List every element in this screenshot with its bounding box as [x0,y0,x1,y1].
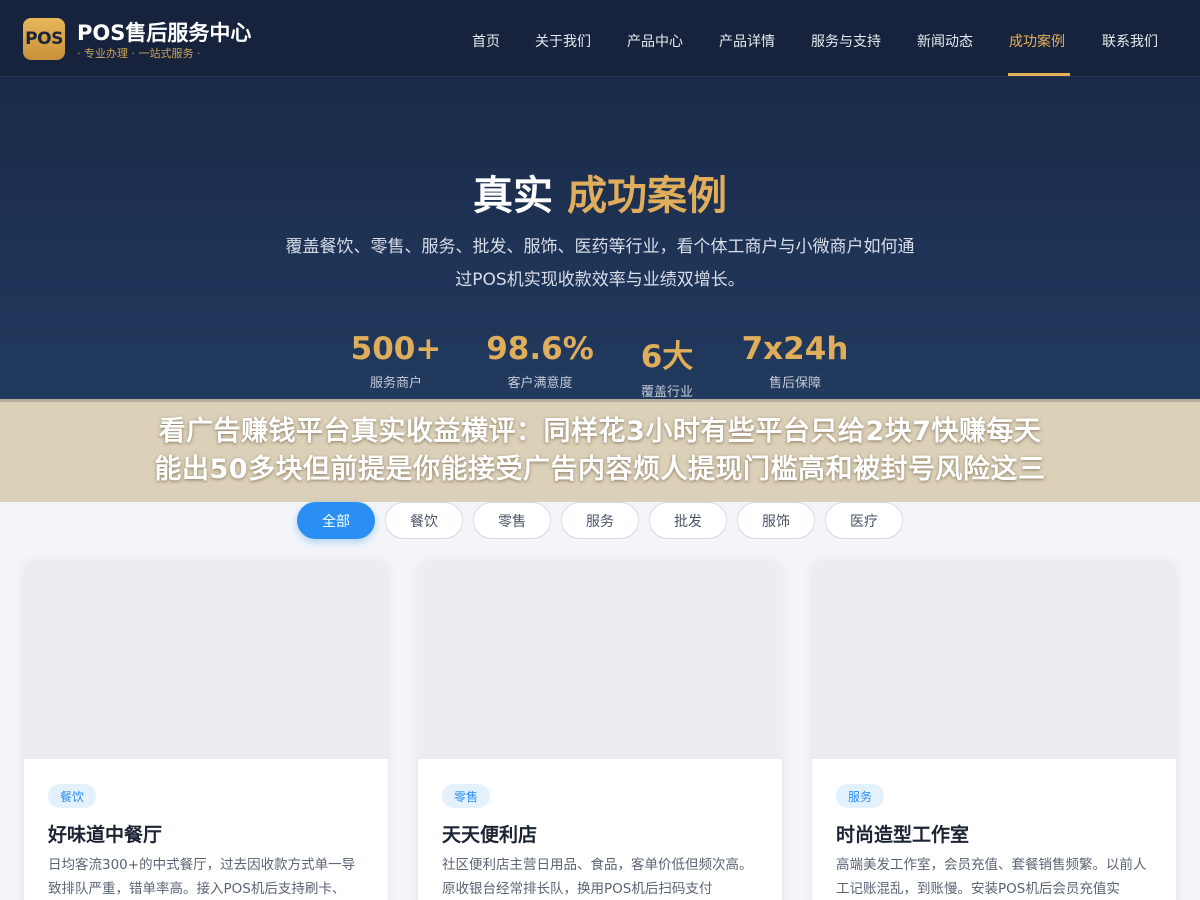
stat-label: 服务商户 [369,376,422,391]
hero-title-accent: 成功案例 [567,173,727,219]
banner-text: 看广告赚钱平台真实收益横评：同样花3小时有些平台只给2块7快赚每天 能出50多块… [0,413,1200,489]
nav-success-cases[interactable]: 成功案例 [1009,31,1065,51]
stat-value: 7x24h [741,331,849,367]
stat-merchants: 500+ 服务商户 [345,331,447,391]
filter-wholesale[interactable]: 批发 [649,502,727,539]
nav-contact[interactable]: 联系我们 [1102,31,1158,51]
filter-retail[interactable]: 零售 [473,502,551,539]
case-card[interactable]: 零售 天天便利店 社区便利店主营日用品、食品，客单价低但频次高。原收银台经常排长… [418,560,782,900]
hero-title-main: 真实 [473,173,553,219]
main-nav: 首页 关于我们 产品中心 产品详情 服务与支持 新闻动态 成功案例 联系我们 [0,0,1200,77]
hero-section: 真实 成功案例 覆盖餐饮、零售、服务、批发、服饰、医药等行业，看个体工商户与小微商… [0,77,1200,402]
case-description: 高端美发工作室，会员充值、套餐销售频繁。以前人工记账混乱，到账慢。安装POS机后… [836,857,1147,897]
hero-title: 真实 成功案例 [0,163,1200,221]
case-tag: 服务 [836,784,885,808]
stat-label: 客户满意度 [507,376,573,391]
stat-label: 覆盖行业 [640,385,693,400]
stat-support: 7x24h 售后保障 [733,331,857,391]
filter-all[interactable]: 全部 [297,502,375,539]
case-image-placeholder [812,560,1176,759]
case-card[interactable]: 餐饮 好味道中餐厅 日均客流300+的中式餐厅，过去因收款方式单一导致排队严重，… [24,560,388,900]
nav-news[interactable]: 新闻动态 [917,31,973,51]
hero-desc-line2: 过POS机实现收款效率与业绩双增长。 [455,270,745,290]
case-image-placeholder [24,560,388,759]
stat-label: 售后保障 [768,376,821,391]
case-image-placeholder [418,560,782,759]
category-filters: 全部 餐饮 零售 服务 批发 服饰 医疗 [0,502,1200,557]
banner-line2: 能出50多块但前提是你能接受广告内容烦人提现门槛高和被封号风险这三 [154,454,1046,485]
stat-industries: 6大 覆盖行业 [627,331,707,400]
stat-value: 500+ [350,331,442,367]
overlay-banner: 看广告赚钱平台真实收益横评：同样花3小时有些平台只给2块7快赚每天 能出50多块… [0,399,1200,502]
filter-medical[interactable]: 医疗 [825,502,903,539]
nav-product-details[interactable]: 产品详情 [719,31,775,51]
case-tag: 零售 [442,784,491,808]
nav-products[interactable]: 产品中心 [627,31,683,51]
stat-value: 98.6% [486,331,594,367]
stat-satisfaction: 98.6% 客户满意度 [480,331,600,391]
nav-active-underline [1008,73,1070,76]
hero-desc-line1: 覆盖餐饮、零售、服务、批发、服饰、医药等行业，看个体工商户与小微商户如何通 [285,237,915,257]
nav-home[interactable]: 首页 [472,31,500,51]
case-title[interactable]: 天天便利店 [442,820,537,847]
filter-food[interactable]: 餐饮 [385,502,463,539]
case-description: 社区便利店主营日用品、食品，客单价低但频次高。原收银台经常排长队，换用POS机后… [442,857,753,897]
site-header: POS POS售后服务中心 · 专业办理 · 一站式服务 · 首页 关于我们 产… [0,0,1200,77]
case-card[interactable]: 服务 时尚造型工作室 高端美发工作室，会员充值、套餐销售频繁。以前人工记账混乱，… [812,560,1176,900]
case-title[interactable]: 好味道中餐厅 [48,820,162,847]
nav-about[interactable]: 关于我们 [535,31,591,51]
stat-value: 6大 [640,339,694,375]
banner-line1: 看广告赚钱平台真实收益横评：同样花3小时有些平台只给2块7快赚每天 [158,416,1042,447]
filter-service[interactable]: 服务 [561,502,639,539]
nav-service-support[interactable]: 服务与支持 [811,31,881,51]
case-tag: 餐饮 [48,784,97,808]
filter-apparel[interactable]: 服饰 [737,502,815,539]
case-title[interactable]: 时尚造型工作室 [836,820,969,847]
case-description: 日均客流300+的中式餐厅，过去因收款方式单一导致排队严重，错单率高。接入POS… [48,857,356,897]
hero-description: 覆盖餐饮、零售、服务、批发、服饰、医药等行业，看个体工商户与小微商户如何通 过P… [0,231,1200,297]
